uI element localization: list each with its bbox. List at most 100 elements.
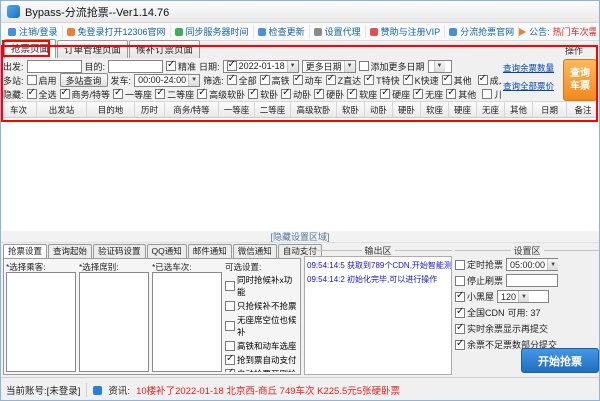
column-header[interactable]: 二等座	[255, 102, 291, 117]
child-checkbox[interactable]: 儿童	[482, 88, 501, 101]
tab-qq-notify[interactable]: QQ通知	[147, 244, 187, 258]
clock-sync-icon	[175, 28, 183, 36]
filter-k-fast-checkbox[interactable]: K快速	[403, 74, 439, 87]
hide-standing-checkbox[interactable]: 无座	[413, 88, 443, 101]
selected-trains-listbox[interactable]	[152, 272, 222, 372]
hide-soft-seat-checkbox[interactable]: 软座	[347, 88, 377, 101]
toolbar-item-check-update[interactable]: 检查更新	[254, 25, 310, 38]
column-header[interactable]: 软座	[421, 102, 449, 117]
checkbox-icon	[314, 89, 324, 99]
filter-emu-checkbox[interactable]: 动车	[293, 74, 323, 87]
bottom-panels: 抢票设置 查询起始 验证码设置 QQ通知 邮件通知 微信通知 自动支付 *选择乘…	[1, 243, 599, 377]
black-room-seconds-select[interactable]: 120▼	[497, 290, 549, 303]
tab-captcha-settings[interactable]: 验证码设置	[93, 244, 146, 258]
tab-email-notify[interactable]: 邮件通知	[188, 244, 232, 258]
query-tickets-button[interactable]: 查询 车票	[563, 59, 597, 101]
column-header[interactable]: 无座	[477, 102, 505, 117]
hide-premium-soft-sleeper-checkbox[interactable]: 高级软卧	[197, 88, 245, 101]
gear-icon	[314, 28, 322, 36]
national-cdn-checkbox[interactable]: 全国CDN	[455, 306, 505, 319]
realtime-remaining-checkbox[interactable]: 实时余票显示再提交	[455, 322, 548, 335]
tab-order-management-page[interactable]: 订单管理页面	[57, 40, 128, 58]
tab-query-start[interactable]: 查询起始	[48, 244, 92, 258]
column-header[interactable]: 动卧	[365, 102, 393, 117]
column-header[interactable]: 其他	[505, 102, 533, 117]
date-picker[interactable]: 2022-01-18 ▼	[223, 60, 299, 73]
filter-z-direct-checkbox[interactable]: Z直达	[326, 74, 362, 87]
checkbox-icon	[455, 292, 465, 302]
stop-refresh-checkbox[interactable]: 停止刷票	[455, 274, 503, 287]
settings-panel: 设置区 定时抢票 05:00:00▼ 停止刷票 小黑屋 120▼ 全国CDN 可…	[455, 244, 599, 375]
column-header[interactable]: 硬座	[449, 102, 477, 117]
option-noseat-waitlist-checkbox[interactable]: 无座席空位也候补	[225, 314, 298, 338]
column-header[interactable]: 商务/特等	[165, 102, 219, 117]
column-header[interactable]: 一等座	[219, 102, 255, 117]
extra-date-select[interactable]: ▼	[428, 60, 452, 73]
train-table-body[interactable]	[1, 118, 599, 231]
filter-all-checkbox[interactable]: 全部	[227, 74, 257, 87]
filter-t-express-checkbox[interactable]: T特快	[364, 74, 400, 87]
toolbar-item-vip[interactable]: 赞助与注册VIP	[366, 25, 446, 38]
multi-station-query-button[interactable]: 多站查询	[60, 73, 108, 87]
column-header[interactable]: 高级软卧	[291, 102, 337, 117]
hide-hard-sleeper-checkbox[interactable]: 硬卧	[314, 88, 344, 101]
hide-soft-sleeper-checkbox[interactable]: 软卧	[248, 88, 278, 101]
hide-all-checkbox[interactable]: 全选	[27, 88, 57, 101]
depart-station-input[interactable]	[27, 60, 82, 73]
option-waitlist-only-checkbox[interactable]: 只抢候补不抢票	[225, 300, 298, 312]
exact-match-checkbox[interactable]: 精准	[166, 60, 196, 73]
timed-grab-checkbox[interactable]: 定时抢票	[455, 258, 503, 271]
adult-checkbox[interactable]: 成人	[478, 74, 501, 87]
query-all-prices-link[interactable]: 查询全部票价	[503, 80, 560, 92]
query-remaining-tickets-link[interactable]: 查询余票数量	[503, 62, 560, 74]
timed-grab-time-select[interactable]: 05:00:00▼	[506, 258, 558, 271]
refresh-icon	[258, 28, 266, 36]
hide-business-checkbox[interactable]: 商务/特等	[60, 88, 111, 101]
output-panel: 输出区 09:54:14:5 获取到789个CDN,开始智能测速中... 09:…	[304, 244, 452, 375]
option-seat-selection-checkbox[interactable]: 高铁和动车选座	[225, 340, 298, 352]
seat-listbox[interactable]	[79, 272, 149, 372]
log-output[interactable]: 09:54:14:5 获取到789个CDN,开始智能测速中... 09:54:1…	[304, 256, 452, 375]
checkbox-icon	[455, 276, 465, 286]
stop-refresh-time-input[interactable]	[506, 274, 558, 287]
column-header[interactable]: 车次	[1, 102, 37, 117]
multi-station-enable-checkbox[interactable]: 启用	[27, 74, 57, 87]
column-header[interactable]: 历时	[135, 102, 165, 117]
more-dates-select[interactable]: 更多日期 ▼	[302, 60, 356, 73]
column-header[interactable]: 目的地	[87, 102, 135, 117]
hide-first-class-checkbox[interactable]: 一等座	[113, 88, 152, 101]
column-header[interactable]: 软卧	[337, 102, 365, 117]
hide-second-class-checkbox[interactable]: 二等座	[155, 88, 194, 101]
toolbar-item-open-12306[interactable]: 免登录打开12306官网	[63, 25, 171, 38]
column-header[interactable]: 日期	[533, 102, 567, 117]
toolbar-item-proxy-settings[interactable]: 设置代理	[310, 25, 366, 38]
hide-other-checkbox[interactable]: 其他	[446, 88, 476, 101]
passenger-listbox[interactable]	[6, 272, 76, 372]
tab-grab-ticket-page[interactable]: 抢票页面	[4, 39, 56, 58]
option-grab-waitlist-both-checkbox[interactable]: 同时抢候补x功能	[225, 274, 298, 298]
hide-motor-sleeper-checkbox[interactable]: 动卧	[281, 88, 311, 101]
hide-hard-seat-checkbox[interactable]: 硬座	[380, 88, 410, 101]
hide-settings-area-toggle[interactable]: [隐藏设置区域]	[1, 231, 599, 243]
option-auto-pay-checkbox[interactable]: 抢到票自动支付	[225, 354, 298, 366]
toolbar-item-logout-login[interactable]: 注销/登录	[4, 25, 63, 38]
black-room-checkbox[interactable]: 小黑屋	[455, 290, 494, 303]
filter-highspeed-checkbox[interactable]: 高铁	[260, 74, 290, 87]
column-header[interactable]: 备注	[567, 102, 599, 117]
depart-time-select[interactable]: 00:00-24:00 ▼	[134, 74, 200, 87]
tab-grab-settings[interactable]: 抢票设置	[3, 244, 47, 258]
column-header[interactable]: 硬卧	[393, 102, 421, 117]
filter-other-checkbox[interactable]: 其他	[442, 74, 472, 87]
toolbar-item-sync-time[interactable]: 同步服务器时间	[171, 25, 254, 38]
column-header[interactable]: 出发站	[37, 102, 87, 117]
dest-station-input[interactable]	[108, 60, 163, 73]
option-auto-refresh-checkbox[interactable]: 自动抢票开刷抢	[225, 368, 298, 372]
checkbox-icon	[326, 75, 336, 85]
tab-wechat-notify[interactable]: 微信通知	[233, 244, 277, 258]
app-icon	[7, 5, 20, 18]
toolbar-item-official-site[interactable]: 分流抢票官网	[445, 25, 519, 38]
action-column-label: 操作	[565, 44, 583, 57]
add-more-dates-checkbox[interactable]: 添加更多日期	[359, 60, 425, 73]
start-grab-button[interactable]: 开始抢票	[521, 348, 599, 373]
tab-waitlist-booking-page[interactable]: 候补订票页面	[129, 40, 200, 58]
